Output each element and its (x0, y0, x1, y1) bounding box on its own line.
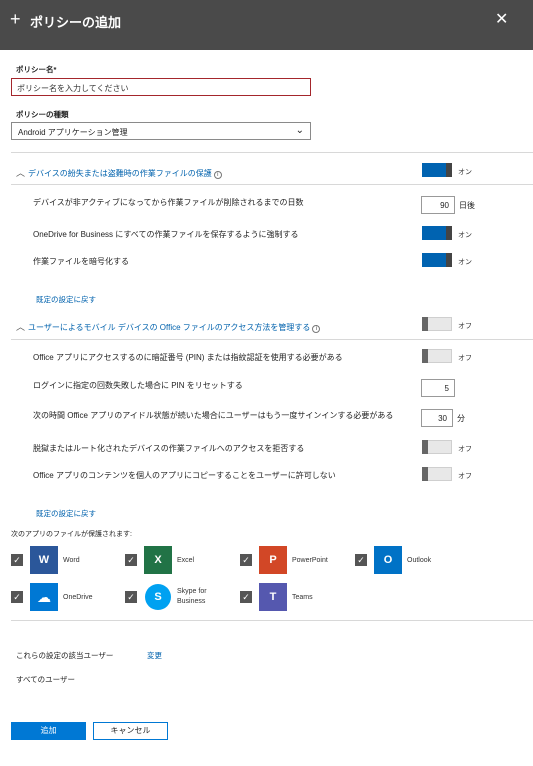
skype-icon: S (145, 584, 171, 610)
checkbox-checked-icon[interactable]: ✓ (125, 591, 137, 603)
app-name: Outlook (407, 557, 432, 564)
section-protect-files-title: デバイスの紛失または盗難時の作業ファイルの保護 (28, 169, 212, 178)
policy-name-input[interactable]: ポリシー名を入力してください (11, 78, 311, 96)
section-access-toggle[interactable] (422, 317, 452, 331)
app-outlook[interactable]: ✓ O Outlook (355, 546, 465, 574)
app-name: Excel (177, 557, 195, 564)
app-powerpoint[interactable]: ✓ P PowerPoint (240, 546, 350, 574)
protected-apps-heading: 次のアプリのファイルが保護されます: (11, 531, 132, 538)
reset-defaults-link-1[interactable]: 既定の設定に戻す (36, 294, 96, 305)
app-name: PowerPoint (292, 557, 328, 564)
assignment-label: これらの設定の該当ユーザー (16, 651, 114, 660)
checkbox-checked-icon[interactable]: ✓ (240, 591, 252, 603)
chevron-up-icon: ︿ (16, 322, 26, 332)
setting-label-pin-reset: ログインに指定の回数失敗した場合に PIN をリセットする (33, 381, 243, 390)
checkbox-checked-icon[interactable]: ✓ (240, 554, 252, 566)
close-icon[interactable]: ✕ (495, 9, 508, 29)
app-name: OneDrive (63, 594, 93, 601)
divider (11, 184, 533, 185)
setting-label-jailbreak: 脱獄またはルート化されたデバイスの作業ファイルへのアクセスを拒否する (33, 444, 305, 453)
setting-label-onedrive: OneDrive for Business にすべての作業ファイルを保存するよう… (33, 230, 299, 239)
policy-type-dropdown[interactable]: Android アプリケーション管理 ⌄ (11, 122, 311, 140)
idle-timeout-input[interactable]: 30 (421, 409, 453, 427)
policy-name-label-text: ポリシー名 (16, 65, 54, 74)
powerpoint-icon: P (259, 546, 287, 574)
section-access-header[interactable]: ︿ ユーザーによるモバイル デバイスの Office ファイルのアクセス方法を管理… (16, 320, 321, 333)
setting-label-encrypt: 作業ファイルを暗号化する (33, 257, 129, 266)
app-teams[interactable]: ✓ T Teams (240, 583, 350, 611)
onedrive-toggle[interactable] (422, 226, 452, 240)
section-access-title: ユーザーによるモバイル デバイスの Office ファイルのアクセス方法を管理す… (28, 323, 311, 332)
pin-toggle[interactable] (422, 349, 452, 363)
app-excel[interactable]: ✓ X Excel (125, 546, 235, 574)
setting-label-wipe-days: デバイスが非アクティブになってから作業ファイルが削除されるまでの日数 (33, 198, 304, 207)
jailbreak-toggle[interactable] (422, 440, 452, 454)
app-name: Teams (292, 594, 313, 601)
setting-label-idle-timeout: 次の時間 Office アプリのアイドル状態が続いた場合にユーザーはもう一度サイ… (33, 411, 394, 420)
panel-header: + ポリシーの追加 ✕ (0, 0, 533, 50)
add-button[interactable]: 追加 (11, 722, 86, 740)
toggle-state-text: オン (458, 169, 472, 176)
app-word[interactable]: ✓ W Word (11, 546, 121, 574)
app-name: Word (63, 557, 80, 564)
checkbox-checked-icon[interactable]: ✓ (355, 554, 367, 566)
panel-title: ポリシーの追加 (30, 15, 122, 30)
toggle-state-text: オフ (458, 446, 472, 453)
required-mark: * (53, 65, 57, 74)
wipe-days-unit: 日後 (459, 201, 475, 210)
setting-label-copy-block: Office アプリのコンテンツを個人のアプリにコピーすることをユーザーに許可し… (33, 471, 336, 480)
policy-type-label: ポリシーの種類 (16, 110, 69, 119)
copy-block-toggle[interactable] (422, 467, 452, 481)
word-icon: W (30, 546, 58, 574)
app-name: Skype for Business (177, 587, 207, 607)
excel-icon: X (144, 546, 172, 574)
app-name-line-1: Skype for (177, 588, 207, 595)
policy-name-label: ポリシー名* (16, 64, 56, 75)
plus-icon: + (10, 9, 21, 29)
section-protect-files-header[interactable]: ︿ デバイスの紛失または盗難時の作業ファイルの保護 i (16, 166, 222, 179)
info-icon[interactable]: i (312, 325, 321, 333)
info-icon[interactable]: i (213, 171, 222, 179)
encrypt-toggle[interactable] (422, 253, 452, 267)
divider (11, 339, 533, 340)
teams-icon: T (259, 583, 287, 611)
toggle-state-text: オフ (458, 473, 472, 480)
setting-label-pin: Office アプリにアクセスするのに暗証番号 (PIN) または指紋認証を使用… (33, 353, 343, 362)
reset-defaults-link-2[interactable]: 既定の設定に戻す (36, 508, 96, 519)
toggle-state-text: オフ (458, 355, 472, 362)
chevron-down-icon: ⌄ (295, 125, 304, 136)
assignment-value: すべてのユーザー (16, 675, 76, 684)
onedrive-icon: ☁ (30, 583, 58, 611)
divider (11, 620, 533, 621)
policy-type-selected: Android アプリケーション管理 (18, 128, 128, 137)
checkbox-checked-icon[interactable]: ✓ (11, 591, 23, 603)
toggle-state-text: オン (458, 232, 472, 239)
change-users-link[interactable]: 変更 (147, 650, 162, 661)
idle-timeout-unit: 分 (457, 414, 465, 423)
wipe-days-input[interactable]: 90 (421, 196, 455, 214)
toggle-state-text: オン (458, 259, 472, 266)
checkbox-checked-icon[interactable]: ✓ (125, 554, 137, 566)
pin-reset-attempts-input[interactable]: 5 (421, 379, 455, 397)
divider (11, 152, 533, 153)
checkbox-checked-icon[interactable]: ✓ (11, 554, 23, 566)
app-name-line-2: Business (177, 598, 206, 605)
outlook-icon: O (374, 546, 402, 574)
app-skype-for-business[interactable]: ✓ S Skype for Business (125, 583, 235, 611)
chevron-up-icon: ︿ (16, 168, 26, 178)
app-onedrive[interactable]: ✓ ☁ OneDrive (11, 583, 121, 611)
section-protect-files-toggle[interactable] (422, 163, 452, 177)
cancel-button[interactable]: キャンセル (93, 722, 168, 740)
toggle-state-text: オフ (458, 323, 472, 330)
